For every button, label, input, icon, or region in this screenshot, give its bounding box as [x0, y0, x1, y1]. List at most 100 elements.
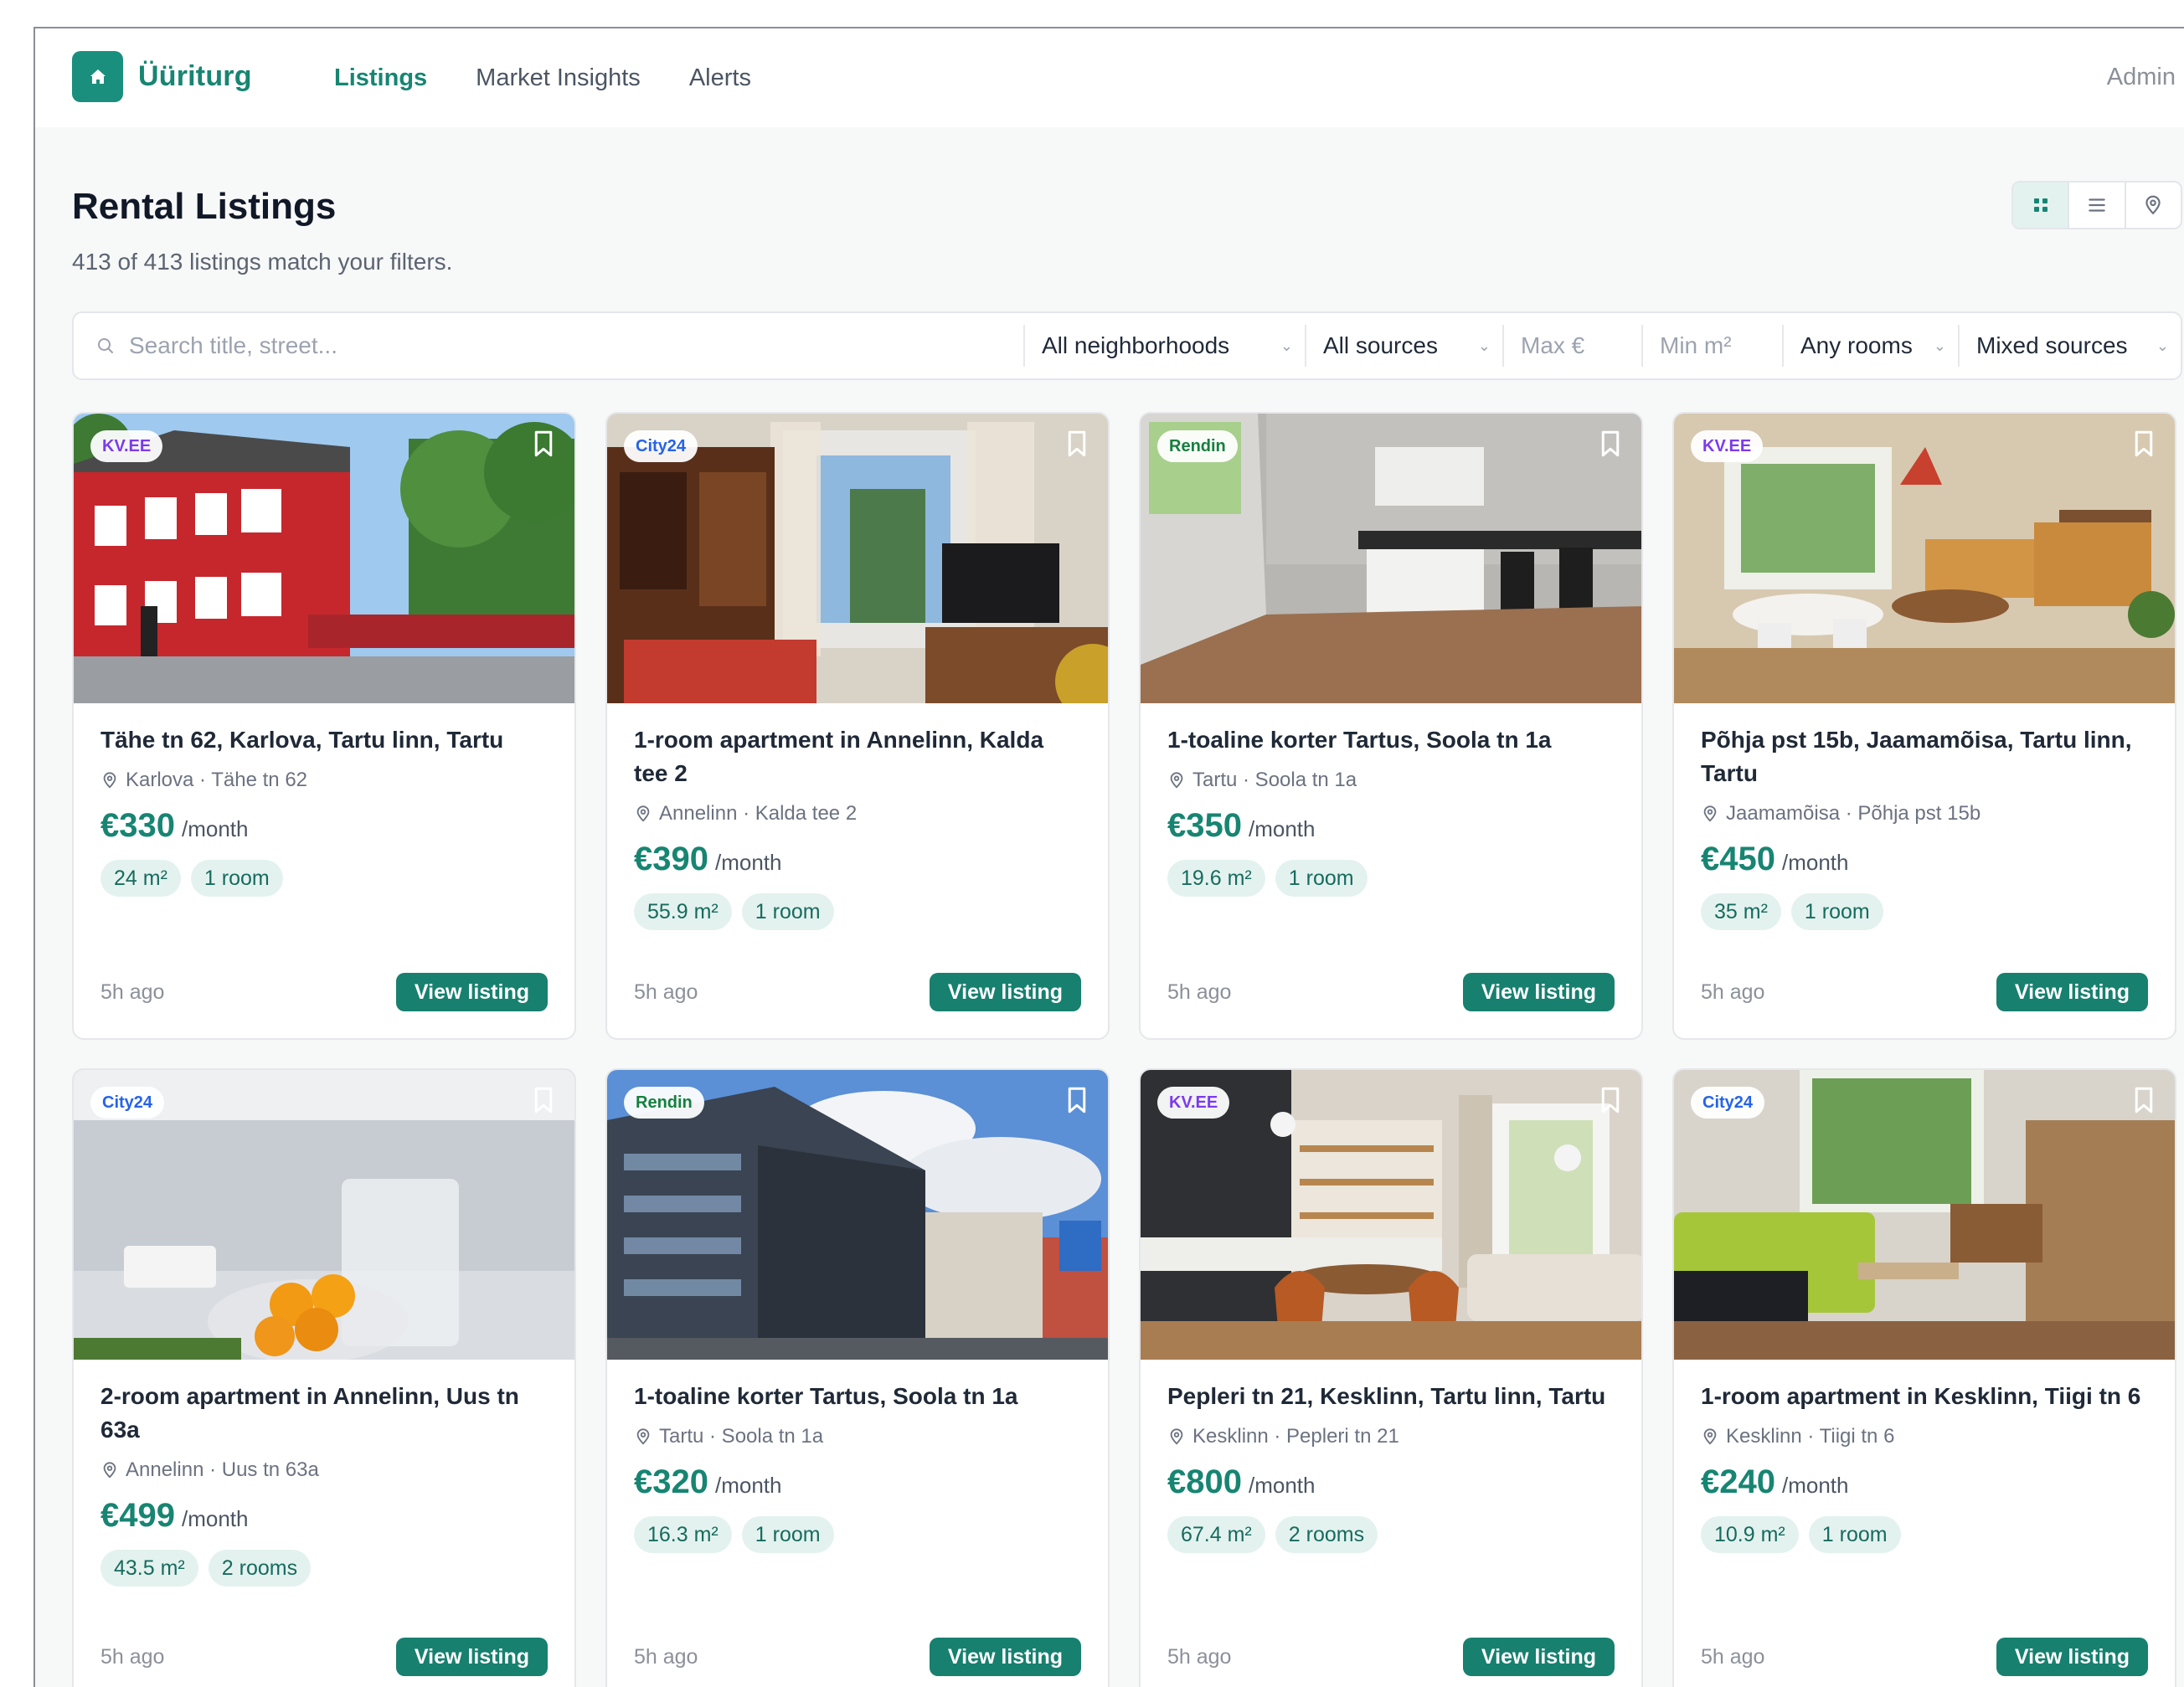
- listing-card[interactable]: Rendin 1-toaline korter Tartus, Soola tn…: [605, 1068, 1110, 1687]
- listing-card[interactable]: City24 1-room apartment in Kesklinn, Tii…: [1672, 1068, 2176, 1687]
- home-icon: [72, 51, 123, 102]
- view-listing-button[interactable]: View listing: [1996, 973, 2148, 1011]
- nav-market-insights[interactable]: Market Insights: [476, 64, 641, 92]
- area-chip: 35 m²: [1701, 893, 1781, 930]
- sort-select[interactable]: Mixed sources ⌄: [1958, 325, 2181, 367]
- brand-name: Üüriturg: [138, 60, 252, 92]
- bookmark-icon[interactable]: [531, 429, 556, 459]
- map-pin-icon: [1703, 805, 1717, 822]
- user-menu[interactable]: Admin: [2107, 64, 2176, 91]
- listing-title[interactable]: 1-room apartment in Annelinn, Kalda tee …: [634, 723, 1081, 790]
- listing-card[interactable]: KV.EE Tähe tn 62, Karlova, Tartu linn, T…: [72, 412, 576, 1040]
- listing-card[interactable]: Rendin 1-toaline korter Tartus, Soola tn…: [1139, 412, 1643, 1040]
- listing-photo: Rendin: [1141, 414, 1641, 703]
- listing-card-footer: 5h ago View listing: [100, 973, 548, 1011]
- map-pin-icon: [103, 1462, 116, 1479]
- rooms-select-value: Any rooms: [1800, 332, 1913, 358]
- listing-location-text: Karlova · Tähe tn 62: [126, 769, 308, 791]
- bookmark-icon[interactable]: [2131, 1085, 2156, 1115]
- view-listing-button[interactable]: View listing: [1462, 1638, 1615, 1676]
- rooms-chip: 1 room: [190, 860, 283, 897]
- view-listing-button[interactable]: View listing: [929, 973, 1081, 1011]
- listing-photo: City24: [1674, 1070, 2175, 1360]
- min-area-placeholder: Min m²: [1660, 332, 1732, 358]
- search-box: [74, 332, 1023, 359]
- price-unit: /month: [181, 816, 249, 841]
- page-title: Rental Listings: [72, 186, 337, 227]
- grid-view-button[interactable]: [2013, 183, 2068, 228]
- listing-title[interactable]: Põhja pst 15b, Jaamamõisa, Tartu linn, T…: [1701, 723, 2148, 790]
- listing-photo: City24: [74, 1070, 574, 1360]
- view-listing-button[interactable]: View listing: [1996, 1638, 2148, 1676]
- bookmark-icon[interactable]: [1064, 429, 1089, 459]
- price-value: €450: [1701, 841, 1775, 877]
- listing-title[interactable]: 2-room apartment in Annelinn, Uus tn 63a: [100, 1380, 548, 1447]
- listing-card-body: Põhja pst 15b, Jaamamõisa, Tartu linn, T…: [1674, 703, 2175, 930]
- listing-card[interactable]: KV.EE Pepleri tn 21, Kesklinn, Tartu lin…: [1139, 1068, 1643, 1687]
- price-unit: /month: [181, 1506, 249, 1531]
- posted-time: 5h ago: [1167, 980, 1232, 1004]
- bookmark-icon[interactable]: [2131, 429, 2156, 459]
- map-pin-icon: [103, 772, 116, 789]
- view-listing-button[interactable]: View listing: [395, 973, 548, 1011]
- nav-alerts[interactable]: Alerts: [689, 64, 751, 92]
- price-value: €320: [634, 1463, 708, 1500]
- price-unit: /month: [1248, 816, 1316, 841]
- nav-listings[interactable]: Listings: [334, 64, 427, 92]
- listing-card[interactable]: KV.EE Põhja pst 15b, Jaamamõisa, Tartu l…: [1672, 412, 2176, 1040]
- view-listing-button[interactable]: View listing: [1462, 973, 1615, 1011]
- listing-card[interactable]: City24 2-room apartment in Annelinn, Uus…: [72, 1068, 576, 1687]
- listing-card[interactable]: City24 1-room apartment in Annelinn, Kal…: [605, 412, 1110, 1040]
- listing-price: €499 /month: [100, 1497, 548, 1535]
- listing-card-footer: 5h ago View listing: [634, 973, 1081, 1011]
- bookmark-icon[interactable]: [1598, 1085, 1623, 1115]
- listing-title[interactable]: Pepleri tn 21, Kesklinn, Tartu linn, Tar…: [1167, 1380, 1615, 1413]
- listing-location-text: Kesklinn · Pepleri tn 21: [1192, 1425, 1399, 1448]
- area-chip: 19.6 m²: [1167, 860, 1265, 897]
- listing-attributes: 24 m² 1 room: [100, 860, 548, 897]
- listing-attributes: 55.9 m² 1 room: [634, 893, 1081, 930]
- listing-price: €320 /month: [634, 1463, 1081, 1501]
- listing-title[interactable]: 1-toaline korter Tartus, Soola tn 1a: [634, 1380, 1081, 1413]
- listing-title[interactable]: 1-room apartment in Kesklinn, Tiigi tn 6: [1701, 1380, 2148, 1413]
- brand[interactable]: Üüriturg: [72, 51, 252, 102]
- price-value: €240: [1701, 1463, 1775, 1500]
- source-badge: Rendin: [1157, 430, 1238, 462]
- listing-grid: KV.EE Tähe tn 62, Karlova, Tartu linn, T…: [72, 412, 2184, 1687]
- max-price-input[interactable]: Max €: [1502, 325, 1641, 367]
- view-mode-toggle: [2011, 181, 2182, 229]
- rooms-select[interactable]: Any rooms ⌄: [1782, 325, 1958, 367]
- listing-title[interactable]: 1-toaline korter Tartus, Soola tn 1a: [1167, 723, 1615, 757]
- posted-time: 5h ago: [1701, 980, 1765, 1004]
- neighborhood-select[interactable]: All neighborhoods ⌄: [1023, 325, 1305, 367]
- listing-location-text: Annelinn · Kalda tee 2: [659, 802, 858, 825]
- map-view-button[interactable]: [2124, 183, 2181, 228]
- main-nav: Listings Market Insights Alerts: [334, 28, 751, 127]
- listing-price: €800 /month: [1167, 1463, 1615, 1501]
- view-listing-button[interactable]: View listing: [395, 1638, 548, 1676]
- listing-location: Tartu · Soola tn 1a: [634, 1425, 1081, 1448]
- bookmark-icon[interactable]: [1598, 429, 1623, 459]
- price-unit: /month: [1781, 850, 1849, 875]
- bookmark-icon[interactable]: [1064, 1085, 1089, 1115]
- listing-photo: City24: [607, 414, 1108, 703]
- chevron-down-icon: ⌄: [1280, 337, 1293, 354]
- bookmark-icon[interactable]: [531, 1085, 556, 1115]
- min-area-input[interactable]: Min m²: [1641, 325, 1782, 367]
- search-input[interactable]: [129, 332, 966, 359]
- source-select[interactable]: All sources ⌄: [1305, 325, 1502, 367]
- view-listing-button[interactable]: View listing: [929, 1638, 1081, 1676]
- posted-time: 5h ago: [100, 1644, 165, 1669]
- map-pin-icon: [636, 805, 650, 822]
- area-chip: 24 m²: [100, 860, 181, 897]
- listing-title[interactable]: Tähe tn 62, Karlova, Tartu linn, Tartu: [100, 723, 548, 757]
- neighborhood-select-value: All neighborhoods: [1042, 332, 1230, 358]
- source-select-value: All sources: [1323, 332, 1438, 358]
- listing-price: €450 /month: [1701, 841, 2148, 878]
- list-view-button[interactable]: [2068, 183, 2124, 228]
- chevron-down-icon: ⌄: [1477, 337, 1491, 354]
- listing-location: Karlova · Tähe tn 62: [100, 769, 548, 792]
- top-navigation-bar: Üüriturg Listings Market Insights Alerts…: [35, 28, 2184, 127]
- rooms-chip: 1 room: [741, 1516, 834, 1553]
- list-icon: [2089, 198, 2105, 212]
